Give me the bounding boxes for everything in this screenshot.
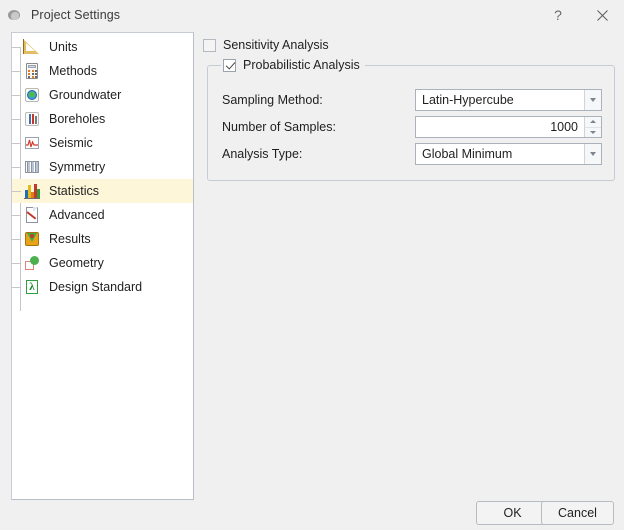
settings-tree-panel[interactable]: Units — [11, 32, 194, 500]
square-circle-icon — [23, 254, 41, 272]
number-of-samples-row: Number of Samples: 1000 — [208, 116, 616, 138]
lambda-box-icon: λ — [23, 278, 41, 296]
tree-branch-line — [12, 143, 21, 144]
help-button[interactable]: ? — [536, 0, 580, 30]
settings-tree-list: Units — [12, 33, 193, 299]
project-settings-dialog: Project Settings ? Units — [0, 0, 624, 530]
question-mark-icon: ? — [554, 7, 562, 23]
sampling-method-label: Sampling Method: — [222, 93, 323, 107]
tree-branch-line — [12, 239, 21, 240]
close-icon — [597, 10, 608, 21]
stepper-down-icon[interactable] — [585, 128, 601, 138]
sidebar-item-label: Symmetry — [49, 160, 105, 174]
sampling-method-row: Sampling Method: Latin-Hypercube — [208, 89, 616, 111]
sidebar-item-label: Advanced — [49, 208, 105, 222]
stepper-up-icon[interactable] — [585, 117, 601, 128]
tree-branch-line — [12, 71, 21, 72]
sidebar-item-label: Statistics — [49, 184, 99, 198]
sampling-method-value: Latin-Hypercube — [416, 93, 584, 107]
sidebar-item-boreholes[interactable]: Boreholes — [12, 107, 193, 131]
borehole-core-icon — [23, 110, 41, 128]
ok-button-label: OK — [503, 506, 521, 520]
analysis-type-value: Global Minimum — [416, 147, 584, 161]
analysis-type-label: Analysis Type: — [222, 147, 302, 161]
sidebar-item-design-standard[interactable]: λ Design Standard — [12, 275, 193, 299]
tree-branch-line — [12, 119, 21, 120]
sidebar-item-advanced[interactable]: Advanced — [12, 203, 193, 227]
number-of-samples-label: Number of Samples: — [222, 120, 336, 134]
bar-chart-icon — [23, 182, 41, 200]
probabilistic-analysis-label: Probabilistic Analysis — [243, 58, 360, 72]
tree-branch-line — [12, 95, 21, 96]
chevron-down-icon[interactable] — [584, 144, 601, 164]
sidebar-item-label: Boreholes — [49, 112, 105, 126]
window-title: Project Settings — [31, 8, 120, 22]
stepper-buttons[interactable] — [584, 117, 601, 137]
page-pencil-icon — [23, 206, 41, 224]
analysis-type-row: Analysis Type: Global Minimum — [208, 143, 616, 165]
cancel-button[interactable]: Cancel — [541, 501, 614, 525]
probabilistic-analysis-group: Probabilistic Analysis Sampling Method: … — [207, 65, 615, 181]
sidebar-item-methods[interactable]: Methods — [12, 59, 193, 83]
app-shell-icon — [7, 7, 23, 23]
waveform-icon — [23, 134, 41, 152]
columns-icon — [23, 158, 41, 176]
settings-content-panel: Sensitivity Analysis Probabilistic Analy… — [203, 38, 615, 52]
sensitivity-analysis-checkbox-row[interactable]: Sensitivity Analysis — [203, 38, 615, 52]
sidebar-item-label: Methods — [49, 64, 97, 78]
number-of-samples-value[interactable]: 1000 — [416, 120, 584, 134]
sidebar-item-statistics[interactable]: Statistics — [12, 179, 193, 203]
cancel-button-label: Cancel — [558, 506, 597, 520]
sensitivity-analysis-checkbox[interactable] — [203, 39, 216, 52]
sidebar-item-geometry[interactable]: Geometry — [12, 251, 193, 275]
tree-branch-line — [12, 263, 21, 264]
close-button[interactable] — [580, 0, 624, 30]
sidebar-item-seismic[interactable]: Seismic — [12, 131, 193, 155]
chevron-down-icon[interactable] — [584, 90, 601, 110]
sensitivity-analysis-label: Sensitivity Analysis — [223, 38, 329, 52]
number-of-samples-stepper[interactable]: 1000 — [415, 116, 602, 138]
analysis-type-select[interactable]: Global Minimum — [415, 143, 602, 165]
globe-cube-icon — [23, 86, 41, 104]
sidebar-item-label: Results — [49, 232, 91, 246]
probabilistic-analysis-legend[interactable]: Probabilistic Analysis — [221, 57, 365, 73]
sidebar-item-label: Units — [49, 40, 77, 54]
tree-branch-line — [12, 191, 21, 192]
sidebar-item-units[interactable]: Units — [12, 35, 193, 59]
sidebar-item-symmetry[interactable]: Symmetry — [12, 155, 193, 179]
tree-branch-line — [12, 215, 21, 216]
cube-icon — [23, 230, 41, 248]
sidebar-item-label: Seismic — [49, 136, 93, 150]
tree-branch-line — [12, 167, 21, 168]
sidebar-item-results[interactable]: Results — [12, 227, 193, 251]
sidebar-item-label: Design Standard — [49, 280, 142, 294]
ok-button[interactable]: OK — [476, 501, 549, 525]
sidebar-item-label: Groundwater — [49, 88, 121, 102]
triangle-ruler-icon — [23, 38, 41, 56]
sampling-method-select[interactable]: Latin-Hypercube — [415, 89, 602, 111]
tree-branch-line — [12, 47, 21, 48]
sidebar-item-label: Geometry — [49, 256, 104, 270]
calculator-icon — [23, 62, 41, 80]
probabilistic-analysis-checkbox[interactable] — [223, 59, 236, 72]
tree-branch-line — [12, 287, 21, 288]
sidebar-item-groundwater[interactable]: Groundwater — [12, 83, 193, 107]
title-bar: Project Settings ? — [0, 0, 624, 30]
